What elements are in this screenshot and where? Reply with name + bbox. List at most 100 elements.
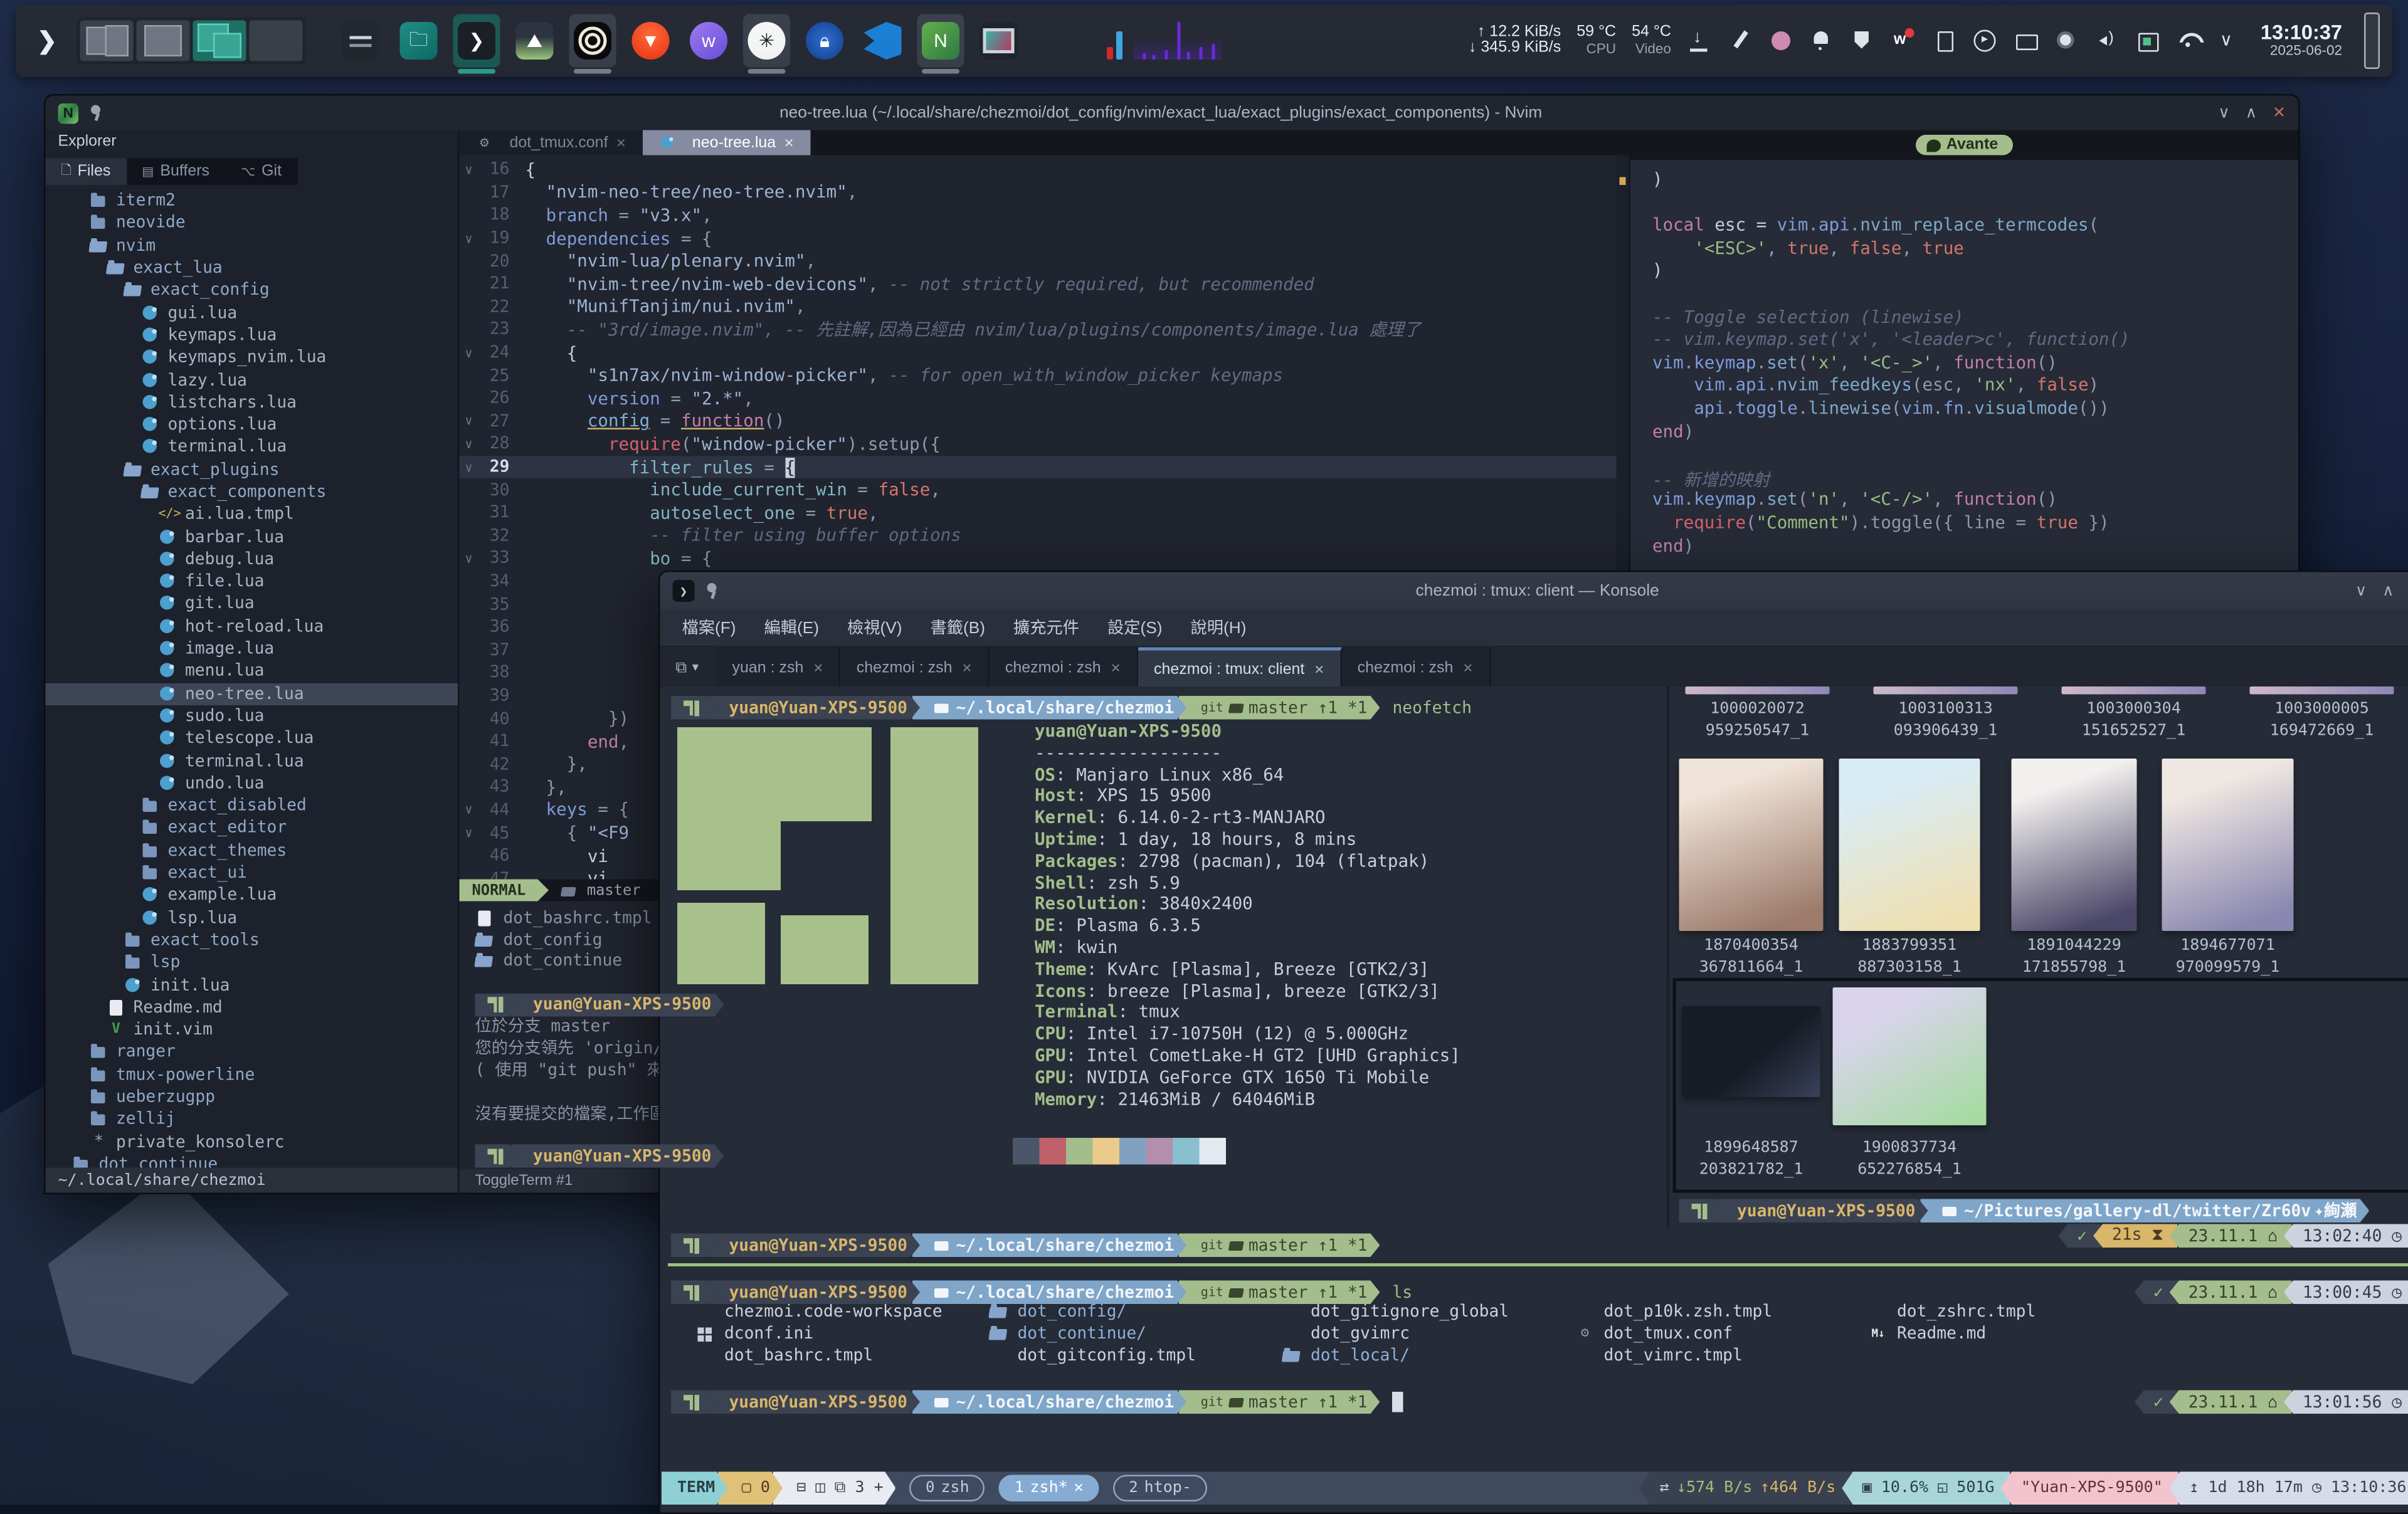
ls-file-dot_gitignore_global[interactable]: dot_gitignore_global (1282, 1303, 1509, 1322)
desktop-2[interactable] (137, 21, 190, 61)
tree-item-exact_disabled[interactable]: exact_disabled (46, 795, 458, 817)
nvim-titlebar[interactable]: N neo-tree.lua (~/.local/share/chezmoi/d… (46, 96, 2299, 130)
thumbnail-image[interactable] (1679, 759, 1824, 931)
tree-item-nvim[interactable]: nvim (46, 234, 458, 257)
tree-item-exact_tools[interactable]: exact_tools (46, 929, 458, 952)
thumbnail-image[interactable] (2012, 759, 2137, 931)
tree-item-lazy.lua[interactable]: lazy.lua (46, 369, 458, 391)
task-neovim[interactable]: N (917, 14, 964, 68)
nvim-maximize-button[interactable]: ∧ (2246, 104, 2257, 122)
tab-close-icon[interactable]: ✕ (1314, 662, 1324, 676)
menu-說明(H)[interactable]: 說明(H) (1178, 613, 1259, 643)
editor-line-23[interactable]: 23 -- "3rd/image.nvim", -- 先註解,因為已經由 nvi… (460, 318, 1629, 341)
explorer-tab-files[interactable]: 🗋Files (46, 159, 127, 186)
tree-item-example.lua[interactable]: example.lua (46, 885, 458, 907)
desktop-3-active[interactable] (193, 21, 246, 61)
tree-item-terminal.lua[interactable]: terminal.lua (46, 436, 458, 459)
tab-close-icon[interactable]: ✕ (1462, 661, 1473, 675)
tab-close-icon[interactable]: ✕ (1111, 661, 1121, 675)
editor-line-16[interactable]: ∨16{ (460, 159, 1629, 181)
editor-line-19[interactable]: ∨19 dependencies = { (460, 227, 1629, 250)
ls-file-dot_zshrc.tmpl[interactable]: dot_zshrc.tmpl (1869, 1303, 2036, 1322)
tree-item-init.lua[interactable]: init.lua (46, 974, 458, 996)
new-tab-button[interactable]: ⧉▼ (660, 648, 717, 688)
konsole-tab-4[interactable]: chezmoi : tmux: client✕ (1138, 648, 1342, 688)
buffer-tab-neo-tree.lua[interactable]: neo-tree.lua✕ (642, 130, 810, 155)
tree-item-barbar.lua[interactable]: barbar.lua (46, 526, 458, 549)
tab-close-icon[interactable]: ✕ (784, 135, 795, 150)
task-konsole-focused[interactable]: ❯ (453, 14, 500, 68)
editor-line-17[interactable]: 17 "nvim-neo-tree/neo-tree.nvim", (460, 181, 1629, 204)
menu-書籤(B)[interactable]: 書籤(B) (918, 613, 998, 643)
tree-item-neovide[interactable]: neovide (46, 212, 458, 234)
tray-expander-chevron-icon[interactable] (2217, 28, 2242, 53)
tmux-window-1[interactable]: 1zsh*✕ (999, 1475, 1099, 1502)
tree-item-listchars.lua[interactable]: listchars.lua (46, 391, 458, 414)
nvim-close-button[interactable]: ✕ (2273, 104, 2286, 122)
tree-item-init.vim[interactable]: Vinit.vim (46, 1019, 458, 1041)
tree-item-keymaps.lua[interactable]: keymaps.lua (46, 324, 458, 347)
thumbnail-image[interactable] (1682, 1006, 1820, 1097)
tree-item-sudo.lua[interactable]: sudo.lua (46, 705, 458, 728)
menu-檢視(V)[interactable]: 檢視(V) (835, 613, 915, 643)
tmux-window-2[interactable]: 2htop- (1113, 1475, 1207, 1502)
tree-item-exact_themes[interactable]: exact_themes (46, 839, 458, 862)
tree-item-ranger[interactable]: ranger (46, 1041, 458, 1064)
battery-plugin-icon[interactable] (2135, 28, 2160, 53)
tree-item-ueberzugpp[interactable]: ueberzugpp (46, 1086, 458, 1108)
task-vscode[interactable] (859, 14, 906, 68)
wifi-icon[interactable] (2176, 28, 2201, 53)
show-desktop-button[interactable] (2364, 13, 2380, 69)
color-dot-icon[interactable] (1768, 28, 1793, 53)
ls-file-dot_continue/[interactable]: dot_continue/ (990, 1325, 1146, 1343)
tree-item-debug.lua[interactable]: debug.lua (46, 548, 458, 570)
nvim-minimize-button[interactable]: ∨ (2218, 104, 2229, 122)
editor-line-25[interactable]: 25 "s1n7ax/nvim-window-picker", -- for o… (460, 364, 1629, 387)
task-screen-tool[interactable] (975, 14, 1022, 68)
ls-file-chezmoi.code-workspace[interactable]: chezmoi.code-workspace (696, 1303, 943, 1322)
brightness-icon[interactable] (2054, 28, 2079, 53)
editor-line-22[interactable]: 22 "MunifTanjim/nui.nvim", (460, 295, 1629, 318)
fold-chevron-icon[interactable]: ∨ (460, 345, 478, 360)
tree-item-iterm2[interactable]: iterm2 (46, 190, 458, 213)
editor-line-28[interactable]: ∨28 require("window-picker").setup({ (460, 433, 1629, 455)
tree-item-file.lua[interactable]: file.lua (46, 570, 458, 593)
media-play-icon[interactable] (1972, 28, 1997, 53)
workrave-status-icon[interactable] (1891, 28, 1916, 53)
editor-line-27[interactable]: ∨27 config = function() (460, 410, 1629, 433)
tree-item-neo-tree.lua[interactable]: neo-tree.lua (46, 683, 458, 705)
app-launcher-icon[interactable]: ❯ (28, 22, 66, 60)
cpu-temp-widget[interactable]: 59 °C CPU (1576, 25, 1616, 56)
ls-file-dot_config/[interactable]: dot_config/ (990, 1303, 1127, 1322)
fold-chevron-icon[interactable]: ∨ (460, 460, 478, 475)
tree-item-tmux-powerline[interactable]: tmux-powerline (46, 1063, 458, 1086)
tree-item-options.lua[interactable]: options.lua (46, 414, 458, 436)
clipboard-icon[interactable] (1931, 28, 1956, 53)
task-systemsettings[interactable] (337, 14, 384, 68)
editor-line-31[interactable]: 31 autoselect_one = true, (460, 502, 1629, 524)
fold-chevron-icon[interactable]: ∨ (460, 162, 478, 177)
download-tray-icon[interactable] (1687, 28, 1712, 53)
fold-chevron-icon[interactable]: ∨ (460, 552, 478, 566)
konsole-tab-5[interactable]: chezmoi : zsh✕ (1342, 648, 1491, 688)
ls-file-Readme.md[interactable]: M↓Readme.md (1869, 1325, 1986, 1343)
tree-item-menu.lua[interactable]: menu.lua (46, 660, 458, 683)
network-speed-widget[interactable]: ↑ 12.2 KiB/s ↓ 345.9 KiB/s (1469, 24, 1561, 58)
fold-chevron-icon[interactable]: ∨ (460, 414, 478, 429)
terminal-area[interactable]: ∧ ∧ yuan@Yuan-XPS-9500~/.local/share/che… (662, 686, 2408, 1470)
tree-item-gui.lua[interactable]: gui.lua (46, 302, 458, 324)
thumbnail-image[interactable] (2162, 759, 2294, 931)
desktop-1[interactable] (80, 21, 134, 61)
fold-chevron-icon[interactable]: ∨ (460, 437, 478, 451)
network-graph-widget[interactable] (1134, 22, 1222, 60)
tree-item-exact_config[interactable]: exact_config (46, 279, 458, 302)
ls-file-dot_vimrc.tmpl[interactable]: dot_vimrc.tmpl (1576, 1347, 1743, 1365)
task-dolphin[interactable]: 🗀 (395, 14, 442, 68)
tree-item-Readme.md[interactable]: Readme.md (46, 996, 458, 1019)
tree-item-exact_ui[interactable]: exact_ui (46, 862, 458, 885)
tree-item-git.lua[interactable]: git.lua (46, 593, 458, 616)
tree-item-lsp[interactable]: lsp (46, 952, 458, 974)
konsole-maximize-button[interactable]: ∧ (2382, 582, 2394, 600)
ls-file-dot_bashrc.tmpl[interactable]: dot_bashrc.tmpl (696, 1347, 873, 1365)
desktop-4[interactable] (250, 21, 303, 61)
